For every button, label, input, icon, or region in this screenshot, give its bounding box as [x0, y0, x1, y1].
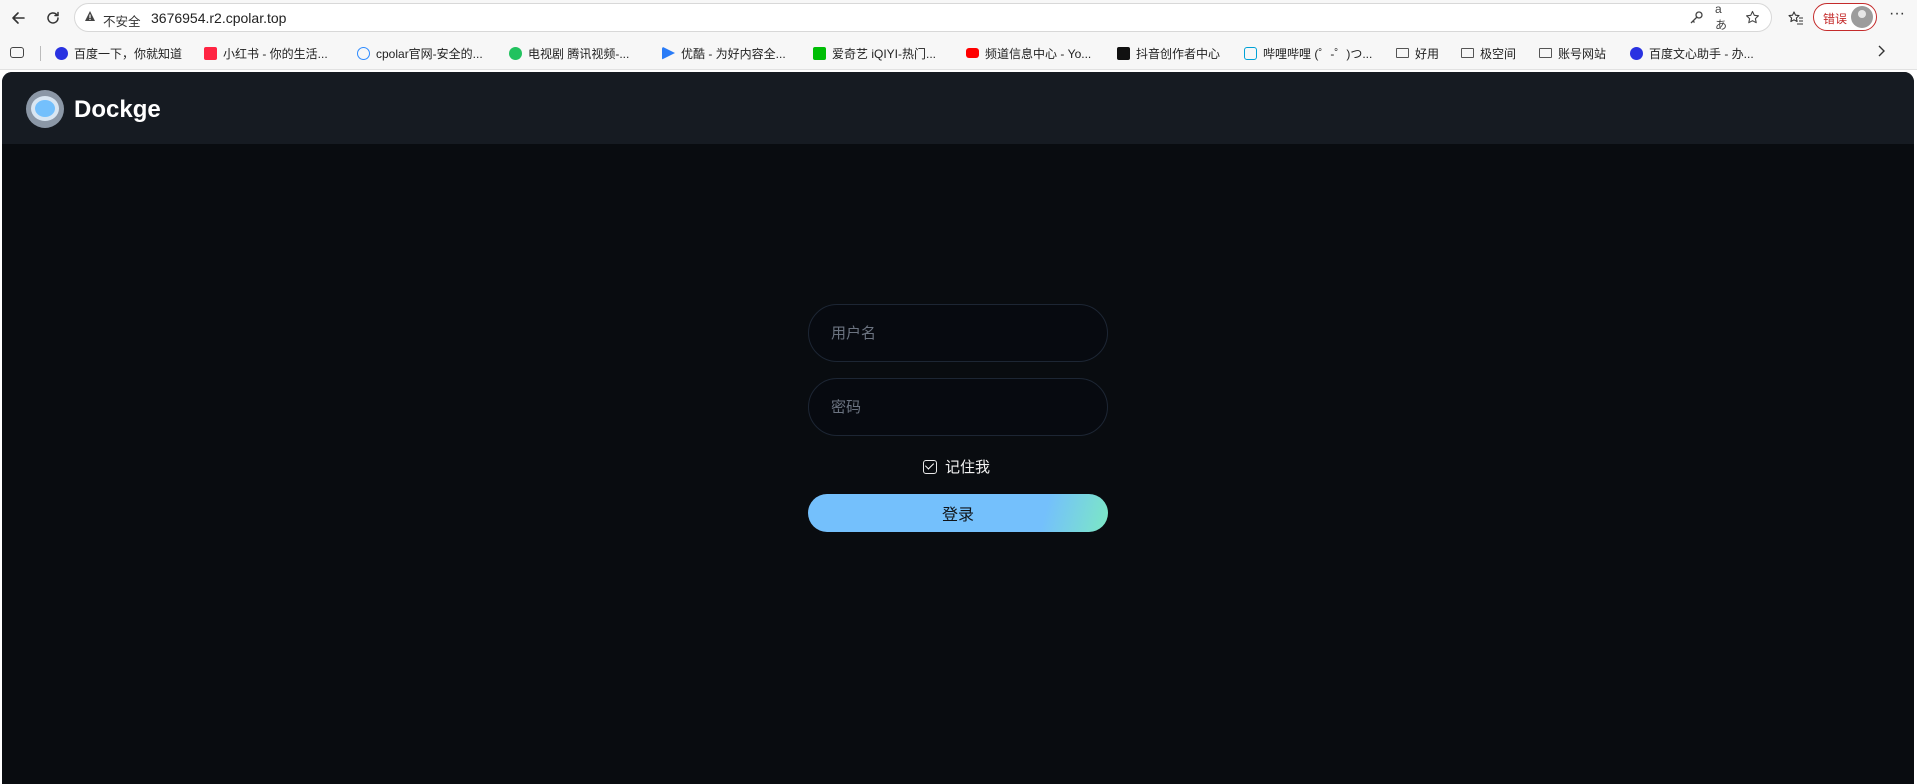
remember-me-checkbox[interactable]: [923, 459, 937, 474]
warning-icon[interactable]: [84, 10, 96, 25]
bookmarks-divider: [40, 46, 41, 61]
bookmark-manager-icon[interactable]: [10, 47, 24, 58]
folder-icon: [1461, 48, 1474, 58]
key-icon[interactable]: [1687, 8, 1705, 26]
bookmark-label: 账号网站: [1558, 46, 1607, 61]
bookmark-item[interactable]: cpolar官网-安全的...: [357, 45, 483, 61]
baidu-icon: [1630, 46, 1643, 60]
bookmark-folder[interactable]: 极空间: [1461, 45, 1516, 61]
back-arrow-icon[interactable]: [6, 6, 30, 30]
bookmark-item[interactable]: 频道信息中心 - Yo...: [966, 45, 1091, 61]
bookmark-item[interactable]: 百度文心助手 - 办...: [1630, 45, 1754, 61]
bookmark-label: 哔哩哔哩 (゜-゜)つ...: [1263, 46, 1373, 61]
address-bar[interactable]: 不安全 3676954.r2.cpolar.top aあ: [74, 2, 1772, 32]
reload-icon[interactable]: [41, 6, 65, 30]
bookmark-folder[interactable]: 账号网站: [1539, 45, 1606, 61]
bookmark-folder[interactable]: 好用: [1396, 45, 1439, 61]
douyin-icon: [1117, 46, 1130, 60]
youtube-icon: [966, 48, 979, 58]
folder-icon: [1396, 48, 1409, 58]
url-text[interactable]: 3676954.r2.cpolar.top: [151, 10, 286, 26]
brand-title[interactable]: Dockge: [74, 96, 161, 124]
bookmark-label: 抖音创作者中心: [1136, 46, 1221, 61]
bookmark-item[interactable]: 抖音创作者中心: [1117, 45, 1220, 61]
xiaohongshu-icon: [204, 46, 217, 60]
remember-me-label[interactable]: 记住我: [945, 456, 990, 477]
cpolar-icon: [357, 46, 370, 60]
remember-me-row[interactable]: 记住我: [923, 456, 990, 477]
bookmark-item[interactable]: 小红书 - 你的生活...: [204, 45, 328, 61]
bookmark-item[interactable]: 电视剧 腾讯视频-...: [509, 45, 629, 61]
bookmark-label: 极空间: [1480, 46, 1517, 61]
bookmark-label: 优酷 - 为好内容全...: [681, 46, 786, 61]
folder-icon: [1539, 48, 1552, 58]
profile-error-button[interactable]: 错误: [1813, 3, 1877, 31]
error-badge-label: 错误: [1823, 12, 1848, 26]
dockge-logo-icon[interactable]: [26, 90, 64, 128]
bookmark-label: cpolar官网-安全的...: [376, 46, 483, 61]
bookmark-label: 好用: [1415, 46, 1440, 61]
youku-icon: [662, 46, 675, 60]
star-icon[interactable]: [1743, 8, 1761, 26]
bookmark-label: 电视剧 腾讯视频-...: [528, 46, 630, 61]
password-input[interactable]: [808, 378, 1108, 436]
bookmark-item[interactable]: 优酷 - 为好内容全...: [662, 45, 786, 61]
bookmark-label: 爱奇艺 iQIYI-热门...: [832, 46, 937, 61]
chevron-right-icon[interactable]: [1876, 44, 1886, 61]
bookmark-label: 百度文心助手 - 办...: [1649, 46, 1754, 61]
login-button[interactable]: 登录: [808, 494, 1108, 532]
insecure-label[interactable]: 不安全: [103, 11, 141, 30]
bookmark-label: 百度一下，你就知道: [74, 46, 183, 61]
bookmark-item[interactable]: 爱奇艺 iQIYI-热门...: [813, 45, 936, 61]
favorites-icon[interactable]: [1784, 6, 1808, 30]
bookmark-label: 频道信息中心 - Yo...: [985, 46, 1092, 61]
bookmarks-bar: 百度一下，你就知道 小红书 - 你的生活... cpolar官网-安全的... …: [0, 36, 1917, 70]
iqiyi-icon: [813, 46, 826, 60]
bilibili-icon: [1244, 46, 1257, 60]
app-header: Dockge: [2, 72, 1914, 144]
bookmark-item[interactable]: 哔哩哔哩 (゜-゜)つ...: [1244, 45, 1372, 61]
bookmark-label: 小红书 - 你的生活...: [223, 46, 328, 61]
baidu-icon: [55, 46, 68, 60]
bookmark-item[interactable]: 百度一下，你就知道: [55, 45, 182, 61]
browser-toolbar: 不安全 3676954.r2.cpolar.top aあ 错误 ···: [0, 0, 1917, 36]
username-input[interactable]: [808, 304, 1108, 362]
avatar: [1851, 6, 1873, 28]
translate-icon[interactable]: aあ: [1715, 2, 1733, 32]
tencent-video-icon: [509, 46, 522, 60]
app-viewport: Dockge 记住我 登录: [2, 72, 1914, 784]
more-options-icon[interactable]: ···: [1889, 5, 1905, 23]
